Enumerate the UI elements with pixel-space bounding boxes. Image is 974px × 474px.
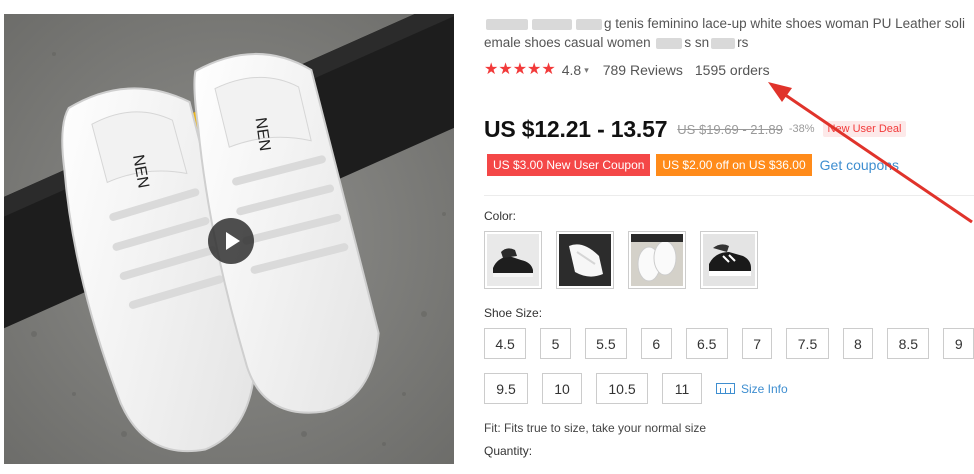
blurred-text — [532, 18, 572, 30]
size-row-1: 4.5 5 5.5 6 6.5 7 7.5 8 8.5 9 — [484, 328, 974, 359]
size-options: 4.5 5 5.5 6 6.5 7 7.5 8 8.5 9 9.5 10 10.… — [484, 328, 974, 418]
new-user-deal-badge: New User Deal — [822, 121, 907, 137]
size-info-label: Size Info — [741, 381, 788, 396]
black-sneaker-thumb — [487, 234, 539, 286]
size-option[interactable]: 10.5 — [596, 373, 648, 404]
title-line1: g tenis feminino lace-up white shoes wom… — [604, 16, 965, 31]
orders-count: 1595 orders — [694, 62, 770, 78]
title-line2-a: emale shoes casual women — [484, 35, 651, 50]
quantity-label: Quantity: — [484, 444, 533, 458]
size-option[interactable]: 6.5 — [685, 328, 728, 359]
size-option[interactable]: 5 — [540, 328, 571, 359]
coupon-row: US $3.00 New User Coupon US $2.00 off on… — [487, 154, 899, 176]
product-page: NEN NEN g tenis feminino lace-up white s… — [0, 0, 974, 474]
size-option[interactable]: 6 — [640, 328, 672, 359]
product-image[interactable]: NEN NEN — [4, 14, 454, 464]
color-swatch-white-pair[interactable] — [628, 231, 686, 289]
discount-percent: -38% — [788, 123, 815, 135]
title-line2-b: s sn — [684, 35, 710, 50]
size-option[interactable]: 5.5 — [584, 328, 627, 359]
shoe-size-label: Shoe Size: — [484, 306, 543, 320]
play-video-button[interactable] — [208, 218, 254, 264]
chevron-down-icon[interactable]: ▾ — [584, 65, 589, 76]
color-swatch-black-white-laces[interactable] — [700, 231, 758, 289]
white-sneaker-thumb — [559, 234, 611, 286]
original-price: US $19.69 - 21.89 — [677, 121, 783, 137]
star-icon: ★★★★★ — [484, 61, 556, 78]
size-row-2: 9.5 10 10.5 11 Size Info — [484, 373, 974, 404]
size-option[interactable]: 11 — [662, 373, 702, 404]
size-info-link[interactable]: Size Info — [716, 373, 788, 404]
black-white-laces-thumb — [703, 234, 755, 286]
price-row: US $12.21 - 13.57 US $19.69 - 21.89 -38%… — [484, 115, 907, 143]
play-icon — [226, 232, 240, 250]
reviews-link[interactable]: 789 Reviews — [603, 62, 683, 78]
divider — [484, 195, 974, 196]
blurred-text — [576, 18, 602, 30]
size-option[interactable]: 4.5 — [484, 328, 527, 359]
white-pair-thumb — [631, 234, 683, 286]
size-option[interactable]: 9 — [943, 328, 974, 359]
store-coupon[interactable]: US $2.00 off on US $36.00 — [656, 154, 812, 176]
color-swatch-black[interactable] — [484, 231, 542, 289]
color-swatch-white-on-black[interactable] — [556, 231, 614, 289]
current-price: US $12.21 - 13.57 — [484, 115, 668, 142]
rating-stars[interactable]: ★★★★★ — [484, 62, 556, 78]
product-info: g tenis feminino lace-up white shoes wom… — [484, 0, 974, 474]
blurred-text — [656, 37, 683, 49]
new-user-coupon[interactable]: US $3.00 New User Coupon — [487, 154, 651, 176]
ruler-icon — [716, 383, 735, 394]
size-option[interactable]: 8 — [842, 328, 874, 359]
blurred-text — [711, 37, 736, 49]
product-title: g tenis feminino lace-up white shoes wom… — [484, 14, 974, 52]
color-label: Color: — [484, 209, 517, 223]
size-option[interactable]: 7.5 — [786, 328, 829, 359]
size-option[interactable]: 10 — [542, 373, 582, 404]
rating-row: ★★★★★ 4.8 ▾ 789 Reviews 1595 orders — [484, 60, 770, 80]
fit-note: Fit: Fits true to size, take your normal… — [484, 421, 707, 435]
color-swatches — [484, 231, 758, 289]
get-coupons-link[interactable]: Get coupons — [820, 157, 899, 173]
title-line2-c: rs — [737, 35, 749, 50]
size-option[interactable]: 8.5 — [887, 328, 930, 359]
blurred-text — [486, 18, 528, 30]
size-option[interactable]: 9.5 — [484, 373, 528, 404]
rating-value[interactable]: 4.8 — [562, 62, 581, 78]
size-option[interactable]: 7 — [741, 328, 773, 359]
